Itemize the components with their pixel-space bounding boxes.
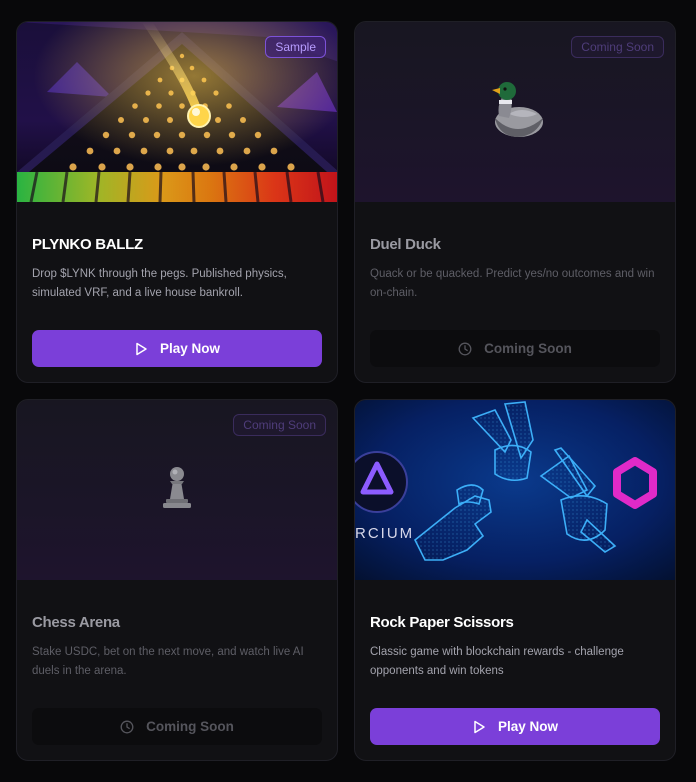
game-card-chess-arena[interactable]: Coming Soon Chess Arena Stake USDC, bet … — [16, 399, 338, 761]
duel-duck-image: Coming Soon — [355, 22, 675, 202]
play-now-button[interactable]: Play Now — [370, 708, 660, 745]
play-now-button[interactable]: Play Now — [32, 330, 322, 367]
game-description: Stake USDC, bet on the next move, and wa… — [32, 646, 304, 677]
game-title: Rock Paper Scissors — [370, 614, 514, 631]
play-icon — [136, 342, 147, 355]
coming-soon-button: Coming Soon — [32, 708, 322, 745]
rps-image-text: RCIUM — [355, 525, 414, 542]
game-card-rock-paper-scissors[interactable]: RCIUM Rock Paper Scissors Classic game w… — [354, 399, 676, 761]
game-description: Quack or be quacked. Predict yes/no outc… — [370, 268, 655, 299]
game-description: Classic game with blockchain rewards - c… — [370, 646, 624, 677]
play-now-label: Play Now — [159, 341, 221, 356]
coming-soon-button: Coming Soon — [370, 330, 660, 367]
coming-soon-label: Coming Soon — [484, 341, 572, 356]
rock-paper-scissors-image: RCIUM — [355, 400, 675, 580]
chess-arena-image: Coming Soon — [17, 400, 337, 580]
rps-hands-illustration: RCIUM — [355, 400, 675, 580]
duck-icon — [492, 82, 543, 137]
clock-icon — [458, 342, 472, 355]
games-grid: Sample PLYNKO BALLZ Drop $LYNK through t… — [16, 21, 676, 761]
play-icon — [474, 720, 485, 733]
game-card-plynko-ballz[interactable]: Sample PLYNKO BALLZ Drop $LYNK through t… — [16, 21, 338, 383]
play-now-label: Play Now — [497, 719, 559, 734]
coming-soon-badge: Coming Soon — [571, 36, 664, 58]
game-description: Drop $LYNK through the pegs. Published p… — [32, 268, 287, 299]
pawn-icon — [163, 467, 191, 508]
clock-icon — [120, 720, 134, 733]
coming-soon-label: Coming Soon — [146, 719, 234, 734]
sample-badge: Sample — [265, 36, 326, 58]
game-card-duel-duck[interactable]: Coming Soon Duel Duck Quack or be quacke… — [354, 21, 676, 383]
game-title: PLYNKO BALLZ — [32, 236, 143, 253]
game-title: Duel Duck — [370, 236, 441, 253]
coming-soon-badge: Coming Soon — [233, 414, 326, 436]
plynko-ballz-image: Sample — [17, 22, 337, 202]
game-title: Chess Arena — [32, 614, 120, 631]
